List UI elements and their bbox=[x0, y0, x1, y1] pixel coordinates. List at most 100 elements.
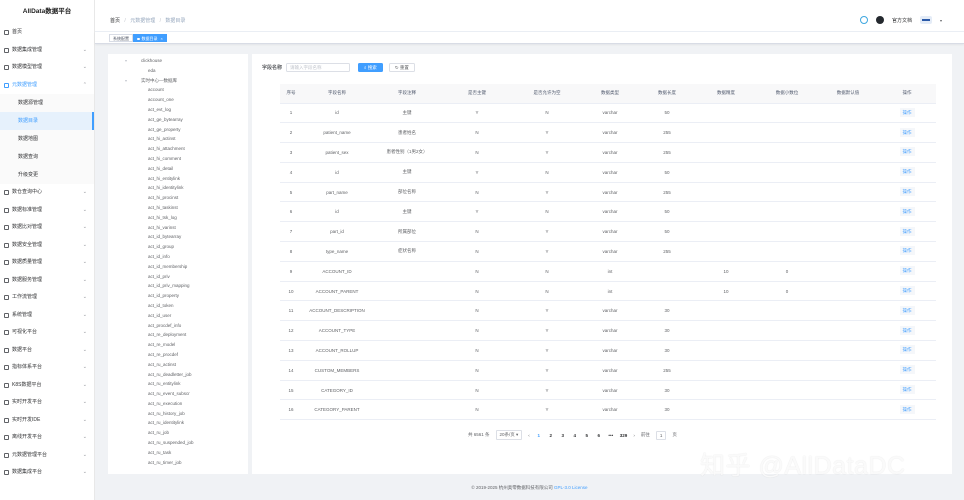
sidebar-item[interactable]: 实时开发IDE ⌄ bbox=[0, 412, 94, 430]
tree-node[interactable]: act_ru_job bbox=[108, 428, 248, 438]
row-action-button[interactable]: 操作 bbox=[899, 345, 915, 355]
sidebar-item[interactable]: 可视化平台 ⌄ bbox=[0, 324, 94, 342]
license-link[interactable]: GPL-3.0 License bbox=[554, 485, 588, 490]
caret-down-icon[interactable]: ▾ bbox=[125, 56, 127, 66]
tree-node[interactable]: act_id_user bbox=[108, 311, 248, 321]
sidebar-item[interactable]: 数据服务管理 ⌄ bbox=[0, 272, 94, 290]
row-action-button[interactable]: 操作 bbox=[899, 385, 915, 395]
sidebar-item[interactable]: 数据集成平台 ⌄ bbox=[0, 464, 94, 482]
close-icon[interactable]: × bbox=[161, 36, 163, 41]
next-page-button[interactable]: › bbox=[633, 433, 635, 438]
caret-down-icon[interactable]: ▾ bbox=[125, 76, 127, 86]
tree-node[interactable]: act_hi_taskinst bbox=[108, 203, 248, 213]
prev-page-button[interactable]: ‹ bbox=[528, 433, 530, 438]
sidebar-item[interactable]: 实时开发平台 ⌄ bbox=[0, 394, 94, 412]
tree-node[interactable]: ▾ 实时中心—数据库 bbox=[108, 76, 248, 86]
row-action-button[interactable]: 操作 bbox=[899, 404, 915, 414]
tree-node[interactable]: act_hi_comment bbox=[108, 154, 248, 164]
tree-node[interactable]: account_one bbox=[108, 95, 248, 105]
page-number[interactable]: 2 bbox=[548, 433, 554, 438]
sidebar-item[interactable]: 数据模型管理 ⌄ bbox=[0, 59, 94, 77]
sidebar-item[interactable]: 指标体系平台 ⌄ bbox=[0, 359, 94, 377]
sidebar-subitem[interactable]: 升级变更 bbox=[0, 166, 94, 184]
sidebar-item[interactable]: 数据集成管理 ⌄ bbox=[0, 42, 94, 60]
sidebar-item[interactable]: 数据平台 ⌄ bbox=[0, 342, 94, 360]
sidebar-subitem[interactable]: 数据查询 bbox=[0, 148, 94, 166]
tree-node[interactable]: act_id_priv_mapping bbox=[108, 281, 248, 291]
page-number[interactable]: 6 bbox=[596, 433, 602, 438]
tree-node[interactable]: act_ge_property bbox=[108, 125, 248, 135]
search-input[interactable]: 请输入字段名称 bbox=[286, 62, 351, 72]
tree-node[interactable]: act_ru_event_subscr bbox=[108, 389, 248, 399]
page-number[interactable]: 5 bbox=[584, 433, 590, 438]
docs-link[interactable]: 官方文档 bbox=[892, 17, 912, 24]
goto-page-input[interactable]: 1 bbox=[655, 430, 667, 440]
tree-node-root[interactable]: ▾ clickhouse bbox=[108, 56, 248, 66]
tree-node[interactable]: act_id_priv bbox=[108, 272, 248, 282]
row-action-button[interactable]: 操作 bbox=[899, 246, 915, 256]
tree-node[interactable]: act_id_token bbox=[108, 301, 248, 311]
tree-node[interactable]: act_ru_deadletter_job bbox=[108, 370, 248, 380]
tree-node[interactable]: act_evt_log bbox=[108, 105, 248, 115]
tree-node[interactable]: act_id_bytearray bbox=[108, 232, 248, 242]
sidebar-item[interactable]: 离线开发平台 ⌄ bbox=[0, 429, 94, 447]
page-number[interactable]: 4 bbox=[572, 433, 578, 438]
sidebar-subitem[interactable]: 数据源管理 bbox=[0, 94, 94, 112]
row-action-button[interactable]: 操作 bbox=[899, 127, 915, 137]
tree-node[interactable]: act_procdef_info bbox=[108, 321, 248, 331]
tree-node[interactable]: act_ge_bytearray bbox=[108, 115, 248, 125]
tree-node[interactable]: act_hi_varinst bbox=[108, 223, 248, 233]
tree-node[interactable]: act_hi_tsk_log bbox=[108, 213, 248, 223]
page-size-select[interactable]: 20条/页 ▾ bbox=[495, 430, 523, 440]
sidebar-subitem[interactable]: 数据目录 bbox=[0, 112, 94, 130]
tree-node[interactable]: act_re_deployment bbox=[108, 330, 248, 340]
page-number[interactable]: 329 bbox=[620, 433, 628, 438]
page-number[interactable]: ••• bbox=[608, 433, 614, 438]
tree-node[interactable]: eda bbox=[108, 66, 248, 76]
row-action-button[interactable]: 操作 bbox=[899, 305, 915, 315]
chevron-down-icon[interactable]: ▾ bbox=[940, 18, 942, 23]
row-action-button[interactable]: 操作 bbox=[899, 226, 915, 236]
tree-node[interactable]: act_hi_procinst bbox=[108, 193, 248, 203]
tree-node[interactable]: act_hi_entitylink bbox=[108, 174, 248, 184]
sidebar-item[interactable]: 数仓查询中心 ⌄ bbox=[0, 184, 94, 202]
page-number[interactable]: 1 bbox=[536, 433, 542, 438]
tree-node[interactable]: act_hi_attachment bbox=[108, 144, 248, 154]
sidebar-item[interactable]: 系统管理 ⌄ bbox=[0, 307, 94, 325]
breadcrumb-item[interactable]: 元数据管理 bbox=[130, 18, 155, 24]
sidebar-item[interactable]: 工作流管理 ⌄ bbox=[0, 289, 94, 307]
tag-data-catalog[interactable]: 数据目录 × bbox=[133, 34, 167, 42]
search-button[interactable]: ⌕ 搜索 bbox=[358, 62, 383, 72]
tree-node[interactable]: act_id_group bbox=[108, 242, 248, 252]
tree-node[interactable]: act_ru_history_job bbox=[108, 409, 248, 419]
sidebar-item[interactable]: 数据质量管理 ⌄ bbox=[0, 254, 94, 272]
tree-node[interactable]: act_re_model bbox=[108, 340, 248, 350]
row-action-button[interactable]: 操作 bbox=[899, 167, 915, 177]
sidebar-item[interactable]: 数据比对管理 ⌄ bbox=[0, 219, 94, 237]
tree-node[interactable]: account bbox=[108, 85, 248, 95]
tree-node[interactable]: act_id_membership bbox=[108, 262, 248, 272]
sidebar-item[interactable]: 数据标准管理 ⌄ bbox=[0, 202, 94, 220]
tree-node[interactable]: act_id_property bbox=[108, 291, 248, 301]
reset-button[interactable]: ↻ 重置 bbox=[388, 62, 415, 72]
sidebar-item[interactable]: 元数据管理平台 ⌄ bbox=[0, 447, 94, 465]
row-action-button[interactable]: 操作 bbox=[899, 147, 915, 157]
tree-node[interactable]: act_id_info bbox=[108, 252, 248, 262]
tree-node[interactable]: act_hi_actinst bbox=[108, 134, 248, 144]
breadcrumb-item[interactable]: 首页 bbox=[110, 18, 120, 24]
tree-node[interactable]: act_ru_entitylink bbox=[108, 379, 248, 389]
tree-node[interactable]: act_ru_execution bbox=[108, 399, 248, 409]
sidebar-subitem[interactable]: 数据地图 bbox=[0, 130, 94, 148]
row-action-button[interactable]: 操作 bbox=[899, 187, 915, 197]
avatar[interactable] bbox=[919, 16, 932, 24]
tree-node[interactable]: act_ru_actinst bbox=[108, 360, 248, 370]
tree-node[interactable]: act_ru_identitylink bbox=[108, 418, 248, 428]
row-action-button[interactable]: 操作 bbox=[899, 206, 915, 216]
tree-node[interactable]: act_ru_suspended_job bbox=[108, 438, 248, 448]
tree-node[interactable]: act_re_procdef bbox=[108, 350, 248, 360]
github-icon[interactable] bbox=[875, 16, 884, 24]
row-action-button[interactable]: 操作 bbox=[899, 365, 915, 375]
row-action-button[interactable]: 操作 bbox=[899, 107, 915, 117]
tree-node[interactable]: act_hi_identitylink bbox=[108, 183, 248, 193]
tree-node[interactable]: act_ru_timer_job bbox=[108, 458, 248, 468]
